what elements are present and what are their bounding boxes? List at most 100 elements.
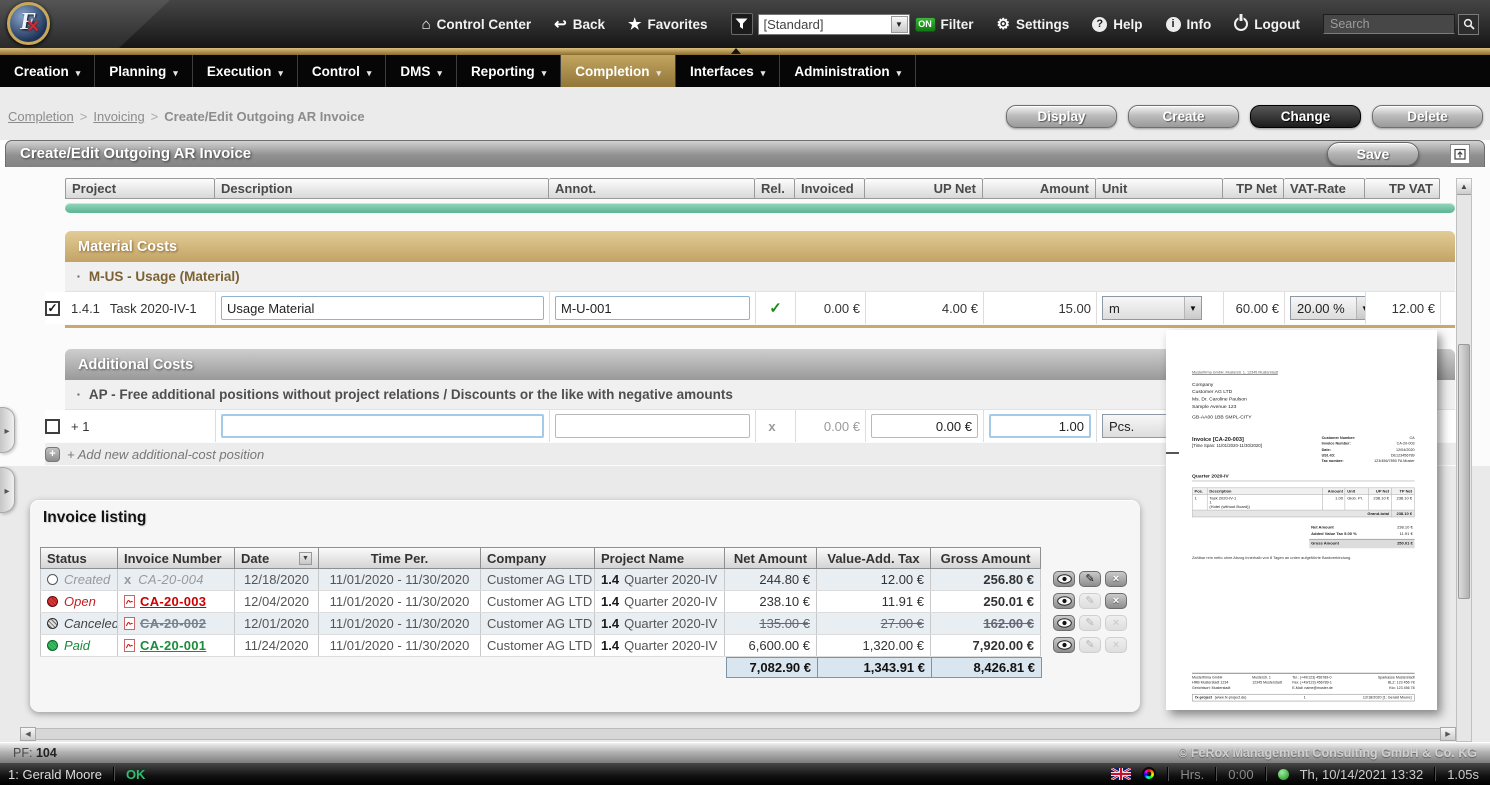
edit-invoice-button-disabled: ✎ (1079, 637, 1101, 653)
menu-dms[interactable]: DMS (386, 55, 457, 87)
col-time-period[interactable]: Time Per. (319, 547, 481, 569)
app-logo[interactable] (7, 2, 50, 45)
col-vat-rate[interactable]: VAT-Rate (1284, 178, 1365, 199)
invoice-vat: 27.00 € (817, 613, 931, 634)
col-net-amount[interactable]: Net Amount (725, 547, 817, 569)
status-label: Created (64, 572, 110, 587)
menu-creation[interactable]: Creation (0, 55, 95, 87)
col-invoice-number[interactable]: Invoice Number (118, 547, 235, 569)
amount-input[interactable] (989, 414, 1091, 438)
horizontal-scroll-track[interactable] (36, 728, 1440, 740)
menu-completion[interactable]: Completion (561, 55, 676, 87)
cancel-invoice-button[interactable]: × (1105, 593, 1127, 609)
col-invoiced[interactable]: Invoiced (795, 178, 865, 199)
scroll-right-icon[interactable]: ▶ (1440, 727, 1456, 741)
breadcrumb-completion[interactable]: Completion (8, 109, 74, 124)
col-status[interactable]: Status (40, 547, 118, 569)
view-invoice-button[interactable] (1053, 637, 1075, 653)
add-position-button[interactable]: + (45, 447, 60, 462)
col-unit[interactable]: Unit (1096, 178, 1223, 199)
chevron-down-icon (278, 64, 283, 79)
cancel-invoice-button-disabled: × (1105, 637, 1127, 653)
view-invoice-button[interactable] (1053, 593, 1075, 609)
filter-funnel-icon[interactable] (731, 13, 753, 35)
col-project-name[interactable]: Project Name (595, 547, 725, 569)
col-vat[interactable]: Value-Add. Tax (817, 547, 931, 569)
pdf-icon[interactable] (124, 595, 135, 608)
horizontal-scrollbar[interactable]: ◀ ▶ (20, 727, 1456, 741)
invoice-vat: 11.91 € (817, 591, 931, 612)
collapsed-section-bar[interactable] (65, 203, 1455, 213)
pdf-section-title: Quarter 2020-IV (1192, 474, 1415, 482)
scroll-left-icon[interactable]: ◀ (20, 727, 36, 741)
color-wheel-icon[interactable] (1142, 767, 1156, 781)
copyright: © FeRox Management Consulting GmbH & Co.… (1178, 746, 1477, 760)
pdf-icon[interactable] (124, 639, 135, 652)
menu-administration[interactable]: Administration (780, 55, 916, 87)
sort-dropdown-icon[interactable]: ▼ (299, 552, 312, 565)
edit-invoice-button[interactable]: ✎ (1079, 571, 1101, 587)
material-cost-row: 1.4.1Task 2020-IV-1 ✓ 0.00 € 4.00 € 15.0… (45, 292, 1457, 324)
maximize-button[interactable] (1450, 144, 1470, 164)
menu-execution[interactable]: Execution (193, 55, 298, 87)
col-amount[interactable]: Amount (983, 178, 1096, 199)
col-up-net[interactable]: UP Net (865, 178, 983, 199)
col-project[interactable]: Project (65, 178, 215, 199)
menu-interfaces[interactable]: Interfaces (676, 55, 780, 87)
row-checkbox[interactable] (45, 301, 60, 316)
col-tp-net[interactable]: TP Net (1223, 178, 1284, 199)
favorites-button[interactable]: ★ Favorites (628, 17, 707, 32)
col-description[interactable]: Description (215, 178, 549, 199)
invoice-gross: 250.01 € (931, 591, 1041, 612)
search-button[interactable] (1458, 14, 1479, 35)
view-invoice-button[interactable] (1053, 571, 1075, 587)
vat-rate-select[interactable]: 20.00 %▼ (1290, 296, 1366, 320)
uk-flag-icon[interactable] (1111, 768, 1131, 780)
annotation-input[interactable] (555, 414, 750, 438)
invoice-number-link[interactable]: CA-20-003 (140, 594, 206, 609)
menu-reporting[interactable]: Reporting (457, 55, 561, 87)
up-net-input[interactable] (871, 414, 978, 438)
back-button[interactable]: ↩ Back (554, 17, 605, 32)
col-gross-amount[interactable]: Gross Amount (931, 547, 1041, 569)
display-button[interactable]: Display (1006, 105, 1117, 128)
filter-preset-value: [Standard] (764, 17, 824, 32)
settings-button[interactable]: ⚙ Settings (997, 17, 1070, 32)
unit-select[interactable]: m▼ (1102, 296, 1202, 320)
side-panel-handle[interactable] (0, 467, 15, 513)
annotation-input[interactable] (555, 296, 750, 320)
search-input[interactable] (1323, 14, 1455, 34)
invoice-number-link[interactable]: CA-20-001 (140, 638, 206, 653)
cancel-invoice-button[interactable]: × (1105, 571, 1127, 587)
scroll-up-icon[interactable]: ▲ (1457, 179, 1471, 195)
menu-control[interactable]: Control (298, 55, 387, 87)
pdf-invoice-title: Invoice [CA-20-003] (1192, 436, 1262, 442)
col-date[interactable]: Date▼ (235, 547, 319, 569)
menu-planning[interactable]: Planning (95, 55, 193, 87)
logout-button[interactable]: Logout (1234, 17, 1300, 32)
add-position-label[interactable]: + Add new additional-cost position (67, 447, 264, 462)
help-button[interactable]: ? Help (1092, 17, 1142, 32)
change-button[interactable]: Change (1250, 105, 1361, 128)
delete-button[interactable]: Delete (1372, 105, 1483, 128)
control-center-button[interactable]: ⌂ Control Center (422, 17, 532, 32)
create-button[interactable]: Create (1128, 105, 1239, 128)
vertical-scrollbar[interactable]: ▲ (1456, 178, 1472, 742)
col-annot[interactable]: Annot. (549, 178, 755, 199)
description-input[interactable] (221, 414, 544, 438)
vertical-scroll-thumb[interactable] (1458, 344, 1470, 599)
invoice-pdf-preview[interactable]: Musterfirma GmbH, Musterstr. 1, 12345 Mu… (1166, 330, 1437, 710)
info-button[interactable]: i Info (1166, 17, 1212, 32)
col-company[interactable]: Company (481, 547, 595, 569)
row-checkbox[interactable] (45, 419, 60, 434)
description-input[interactable] (221, 296, 544, 320)
save-button[interactable]: Save (1327, 142, 1419, 166)
col-tp-vat[interactable]: TP VAT (1365, 178, 1440, 199)
filter-preset-select[interactable]: [Standard] ▼ (758, 14, 910, 35)
filter-on-toggle[interactable]: ON (915, 17, 936, 32)
col-rel[interactable]: Rel. (755, 178, 795, 199)
pdf-icon[interactable] (124, 617, 135, 630)
side-panel-handle[interactable] (0, 407, 15, 453)
view-invoice-button[interactable] (1053, 615, 1075, 631)
breadcrumb-invoicing[interactable]: Invoicing (93, 109, 144, 124)
